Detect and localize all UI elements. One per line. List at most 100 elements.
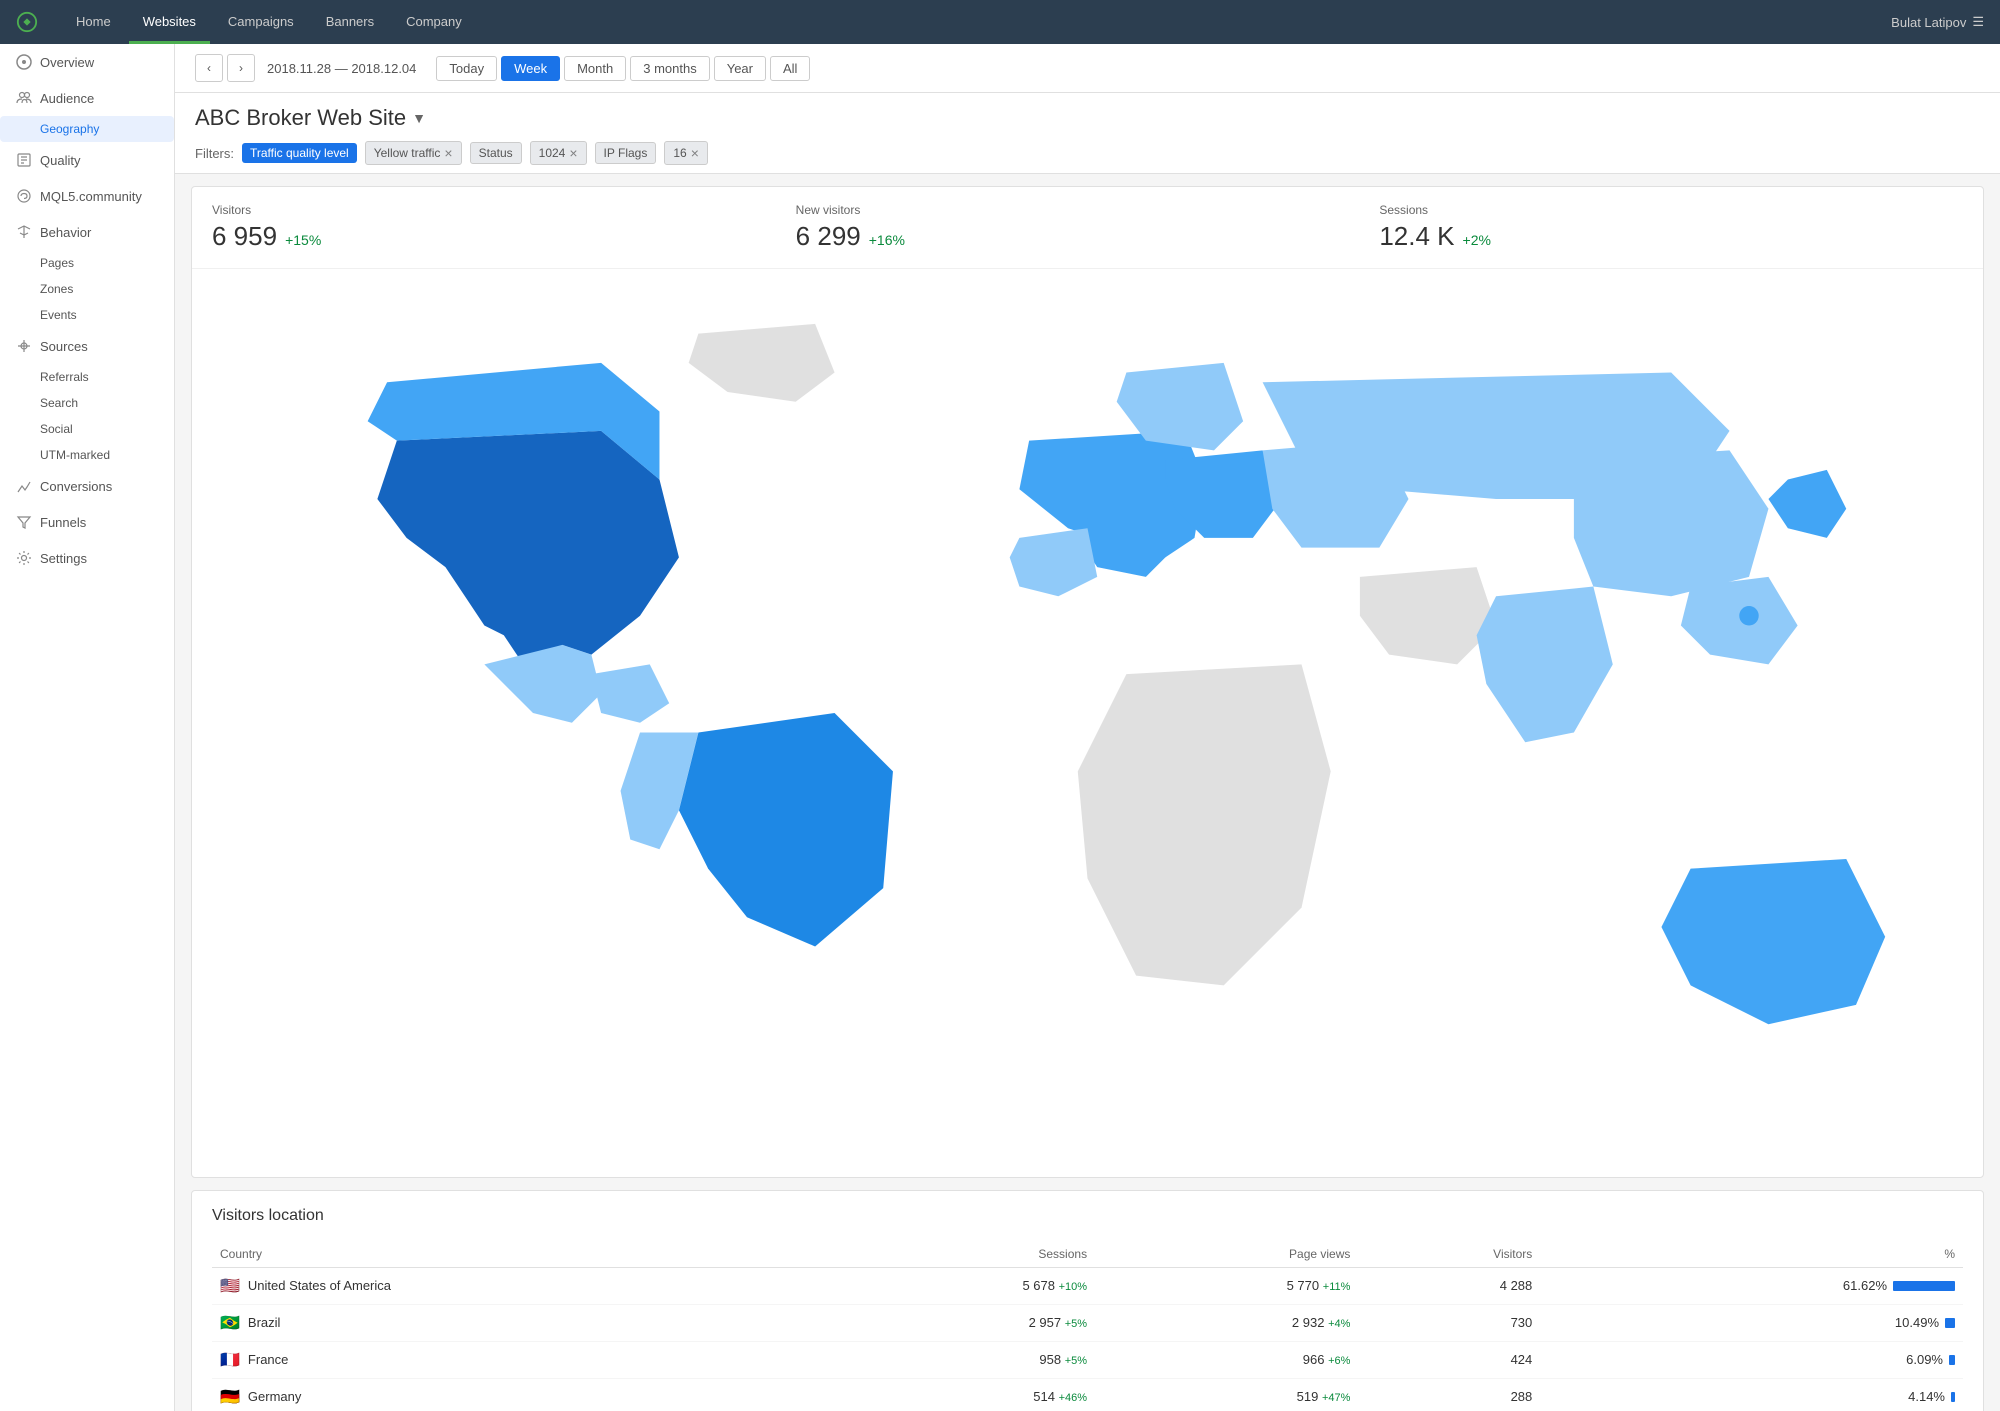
prev-period-button[interactable]: ‹	[195, 54, 223, 82]
cell-pageviews: 5 770 +11%	[1095, 1267, 1358, 1304]
settings-icon	[16, 550, 32, 566]
table-body: 🇺🇸 United States of America 5 678 +10% 5…	[212, 1267, 1963, 1411]
country-flag: 🇫🇷	[220, 1350, 240, 1370]
app-body: Overview Audience Geography Quality	[0, 44, 2000, 1411]
sidebar-sub-referrals[interactable]: Referrals	[0, 364, 174, 390]
stat-visitors-label: Visitors	[212, 203, 796, 217]
sidebar-sub-pages[interactable]: Pages	[0, 250, 174, 276]
china-path	[1574, 450, 1769, 596]
country-name: Germany	[248, 1389, 301, 1404]
sidebar-item-funnels[interactable]: Funnels	[0, 504, 174, 540]
cell-country: 🇩🇪 Germany	[212, 1378, 829, 1411]
sidebar-item-settings[interactable]: Settings	[0, 540, 174, 576]
sidebar-label-mql5: MQL5.community	[40, 189, 142, 204]
date-range: 2018.11.28 — 2018.12.04	[267, 61, 416, 76]
usa-path	[377, 431, 679, 674]
cell-visitors: 4 288	[1358, 1267, 1540, 1304]
period-all[interactable]: All	[770, 56, 810, 81]
central-am-path	[591, 664, 669, 722]
sidebar-sub-search[interactable]: Search	[0, 390, 174, 416]
stats-row: Visitors 6 959 +15% New visitors 6 299 +…	[192, 187, 1983, 269]
table-section: Visitors location Country Sessions Page …	[191, 1190, 1984, 1411]
filter-1024[interactable]: 1024 ×	[530, 141, 587, 165]
percent-bar	[1945, 1318, 1955, 1328]
next-period-button[interactable]: ›	[227, 54, 255, 82]
country-name: United States of America	[248, 1278, 391, 1293]
site-dropdown-icon[interactable]: ▼	[412, 110, 426, 126]
page-header: ABC Broker Web Site ▼ Filters: Traffic q…	[175, 93, 2000, 174]
stat-visitors-value: 6 959 +15%	[212, 221, 796, 252]
sidebar-sub-zones[interactable]: Zones	[0, 276, 174, 302]
nav-items: Home Websites Campaigns Banners Company	[62, 0, 1891, 44]
sidebar-label-audience: Audience	[40, 91, 94, 106]
filter-traffic-quality[interactable]: Traffic quality level	[242, 143, 357, 163]
filter-1024-close[interactable]: ×	[569, 145, 577, 161]
period-week[interactable]: Week	[501, 56, 560, 81]
hongkong-dot	[1739, 606, 1758, 625]
sidebar-item-audience[interactable]: Audience	[0, 80, 174, 116]
cell-country: 🇫🇷 France	[212, 1341, 829, 1378]
sidebar-sub-social[interactable]: Social	[0, 416, 174, 442]
country-flag: 🇧🇷	[220, 1313, 240, 1333]
country-name: France	[248, 1352, 288, 1367]
sidebar-item-sources[interactable]: Sources	[0, 328, 174, 364]
filters-row: Filters: Traffic quality level Yellow tr…	[195, 141, 1980, 165]
cell-percent: 4.14%	[1540, 1378, 1963, 1411]
sidebar-item-conversions[interactable]: Conversions	[0, 468, 174, 504]
table-row: 🇺🇸 United States of America 5 678 +10% 5…	[212, 1267, 1963, 1304]
user-name: Bulat Latipov	[1891, 15, 1966, 30]
cell-percent: 61.62%	[1540, 1267, 1963, 1304]
mexico-path	[484, 645, 601, 723]
user-menu-icon[interactable]: ☰	[1972, 14, 1984, 30]
stat-sessions: Sessions 12.4 K +2%	[1379, 203, 1963, 252]
cell-visitors: 424	[1358, 1341, 1540, 1378]
japan-path	[1768, 470, 1846, 538]
sidebar-item-behavior[interactable]: Behavior	[0, 214, 174, 250]
period-year[interactable]: Year	[714, 56, 766, 81]
percent-bar	[1951, 1392, 1955, 1402]
community-icon	[16, 188, 32, 204]
period-3months[interactable]: 3 months	[630, 56, 709, 81]
sidebar: Overview Audience Geography Quality	[0, 44, 175, 1411]
filter-yellow-traffic-label: Yellow traffic	[374, 146, 441, 160]
conversions-icon	[16, 478, 32, 494]
nav-banners[interactable]: Banners	[312, 0, 388, 44]
sidebar-sub-utm[interactable]: UTM-marked	[0, 442, 174, 468]
stats-section: Visitors 6 959 +15% New visitors 6 299 +…	[191, 186, 1984, 1178]
app-logo	[16, 11, 38, 33]
stat-new-visitors-value: 6 299 +16%	[796, 221, 1380, 252]
sidebar-label-conversions: Conversions	[40, 479, 112, 494]
filter-ipflags[interactable]: IP Flags	[595, 142, 657, 164]
nav-websites[interactable]: Websites	[129, 0, 210, 44]
nav-home[interactable]: Home	[62, 0, 125, 44]
table-row: 🇩🇪 Germany 514 +46% 519 +47% 288 4.14%	[212, 1378, 1963, 1411]
filter-yellow-traffic-close[interactable]: ×	[444, 145, 452, 161]
sources-icon	[16, 338, 32, 354]
filter-16[interactable]: 16 ×	[664, 141, 708, 165]
period-buttons: Today Week Month 3 months Year All	[436, 56, 810, 81]
africa-path	[1078, 664, 1331, 985]
middle-east-path	[1360, 567, 1496, 664]
filter-status[interactable]: Status	[470, 142, 522, 164]
filter-yellow-traffic[interactable]: Yellow traffic ×	[365, 141, 462, 165]
cell-pageviews: 2 932 +4%	[1095, 1304, 1358, 1341]
sidebar-item-quality[interactable]: Quality	[0, 142, 174, 178]
cell-country: 🇧🇷 Brazil	[212, 1304, 829, 1341]
table-title: Visitors location	[212, 1207, 1963, 1225]
sidebar-item-overview[interactable]: Overview	[0, 44, 174, 80]
stat-new-visitors: New visitors 6 299 +16%	[796, 203, 1380, 252]
sidebar-item-mql5[interactable]: MQL5.community	[0, 178, 174, 214]
percent-bar	[1949, 1355, 1955, 1365]
cell-pageviews: 519 +47%	[1095, 1378, 1358, 1411]
filter-16-close[interactable]: ×	[691, 145, 699, 161]
period-month[interactable]: Month	[564, 56, 626, 81]
toolbar: ‹ › 2018.11.28 — 2018.12.04 Today Week M…	[175, 44, 2000, 93]
period-today[interactable]: Today	[436, 56, 497, 81]
nav-campaigns[interactable]: Campaigns	[214, 0, 308, 44]
cell-visitors: 288	[1358, 1378, 1540, 1411]
cell-percent: 6.09%	[1540, 1341, 1963, 1378]
cell-pageviews: 966 +6%	[1095, 1341, 1358, 1378]
sidebar-sub-events[interactable]: Events	[0, 302, 174, 328]
nav-company[interactable]: Company	[392, 0, 476, 44]
sidebar-sub-geography[interactable]: Geography	[0, 116, 174, 142]
